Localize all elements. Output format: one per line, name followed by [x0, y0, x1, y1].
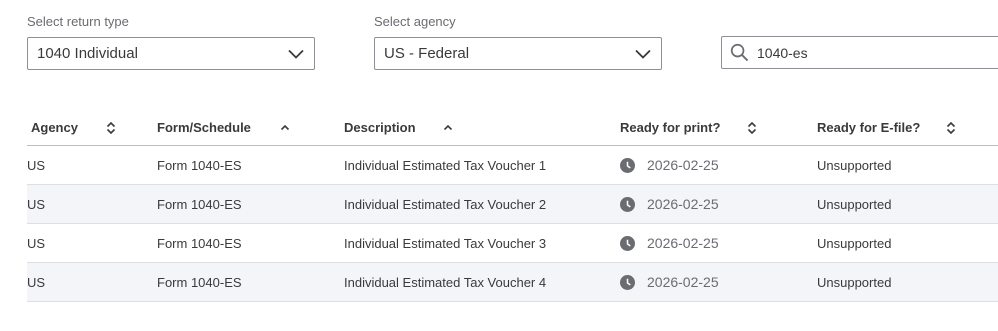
search-input[interactable]: 1040-es [721, 36, 998, 69]
cell-form: Form 1040-ES [157, 145, 344, 185]
cell-description: Individual Estimated Tax Voucher 1 [344, 145, 620, 185]
clock-icon [620, 157, 635, 173]
table-row[interactable]: US Form 1040-ES Individual Estimated Tax… [27, 145, 998, 185]
table-header-row: Agency Form/Schedule Description Ready f… [27, 110, 998, 146]
search-value: 1040-es [757, 44, 808, 61]
agency-select[interactable]: US - Federal [374, 37, 662, 70]
forms-table: Agency Form/Schedule Description Ready f… [27, 110, 998, 302]
column-header-agency[interactable]: Agency [27, 110, 157, 146]
clock-icon [620, 196, 635, 212]
cell-form: Form 1040-ES [157, 223, 344, 263]
cell-agency: US [27, 262, 157, 302]
cell-print: 2026-02-25 [620, 184, 817, 224]
return-type-label: Select return type [27, 14, 129, 29]
cell-form: Form 1040-ES [157, 184, 344, 224]
agency-value: US - Federal [384, 45, 470, 62]
cell-agency: US [27, 223, 157, 263]
cell-description: Individual Estimated Tax Voucher 2 [344, 184, 620, 224]
chevron-down-icon [635, 49, 651, 59]
return-type-value: 1040 Individual [37, 45, 138, 62]
column-header-efile[interactable]: Ready for E-file? [817, 110, 998, 146]
table-row[interactable]: US Form 1040-ES Individual Estimated Tax… [27, 184, 998, 224]
print-date: 2026-02-25 [647, 235, 719, 251]
cell-efile: Unsupported [817, 223, 998, 263]
cell-print: 2026-02-25 [620, 262, 817, 302]
sort-ascending-icon[interactable] [279, 124, 291, 131]
column-label: Ready for E-file? [817, 120, 921, 135]
column-header-description[interactable]: Description [344, 110, 620, 146]
column-label: Form/Schedule [157, 120, 251, 135]
column-label: Agency [31, 120, 78, 135]
cell-agency: US [27, 184, 157, 224]
sort-icon[interactable] [746, 121, 758, 134]
cell-print: 2026-02-25 [620, 145, 817, 185]
column-header-form[interactable]: Form/Schedule [157, 110, 344, 146]
agency-label: Select agency [374, 14, 456, 29]
return-type-select[interactable]: 1040 Individual [27, 37, 315, 70]
cell-agency: US [27, 145, 157, 185]
column-header-print[interactable]: Ready for print? [620, 110, 817, 146]
table-row[interactable]: US Form 1040-ES Individual Estimated Tax… [27, 262, 998, 302]
cell-form: Form 1040-ES [157, 262, 344, 302]
clock-icon [620, 274, 635, 290]
print-date: 2026-02-25 [647, 196, 719, 212]
search-icon [730, 43, 749, 62]
print-date: 2026-02-25 [647, 274, 719, 290]
sort-ascending-icon[interactable] [442, 124, 454, 131]
cell-efile: Unsupported [817, 145, 998, 185]
cell-efile: Unsupported [817, 184, 998, 224]
column-label: Description [344, 120, 416, 135]
table-row[interactable]: US Form 1040-ES Individual Estimated Tax… [27, 223, 998, 263]
cell-description: Individual Estimated Tax Voucher 3 [344, 223, 620, 263]
chevron-down-icon [288, 49, 304, 59]
clock-icon [620, 235, 635, 251]
cell-print: 2026-02-25 [620, 223, 817, 263]
cell-efile: Unsupported [817, 262, 998, 302]
column-label: Ready for print? [620, 120, 721, 135]
sort-icon[interactable] [945, 121, 957, 134]
sort-icon[interactable] [105, 121, 117, 134]
print-date: 2026-02-25 [647, 157, 719, 173]
cell-description: Individual Estimated Tax Voucher 4 [344, 262, 620, 302]
